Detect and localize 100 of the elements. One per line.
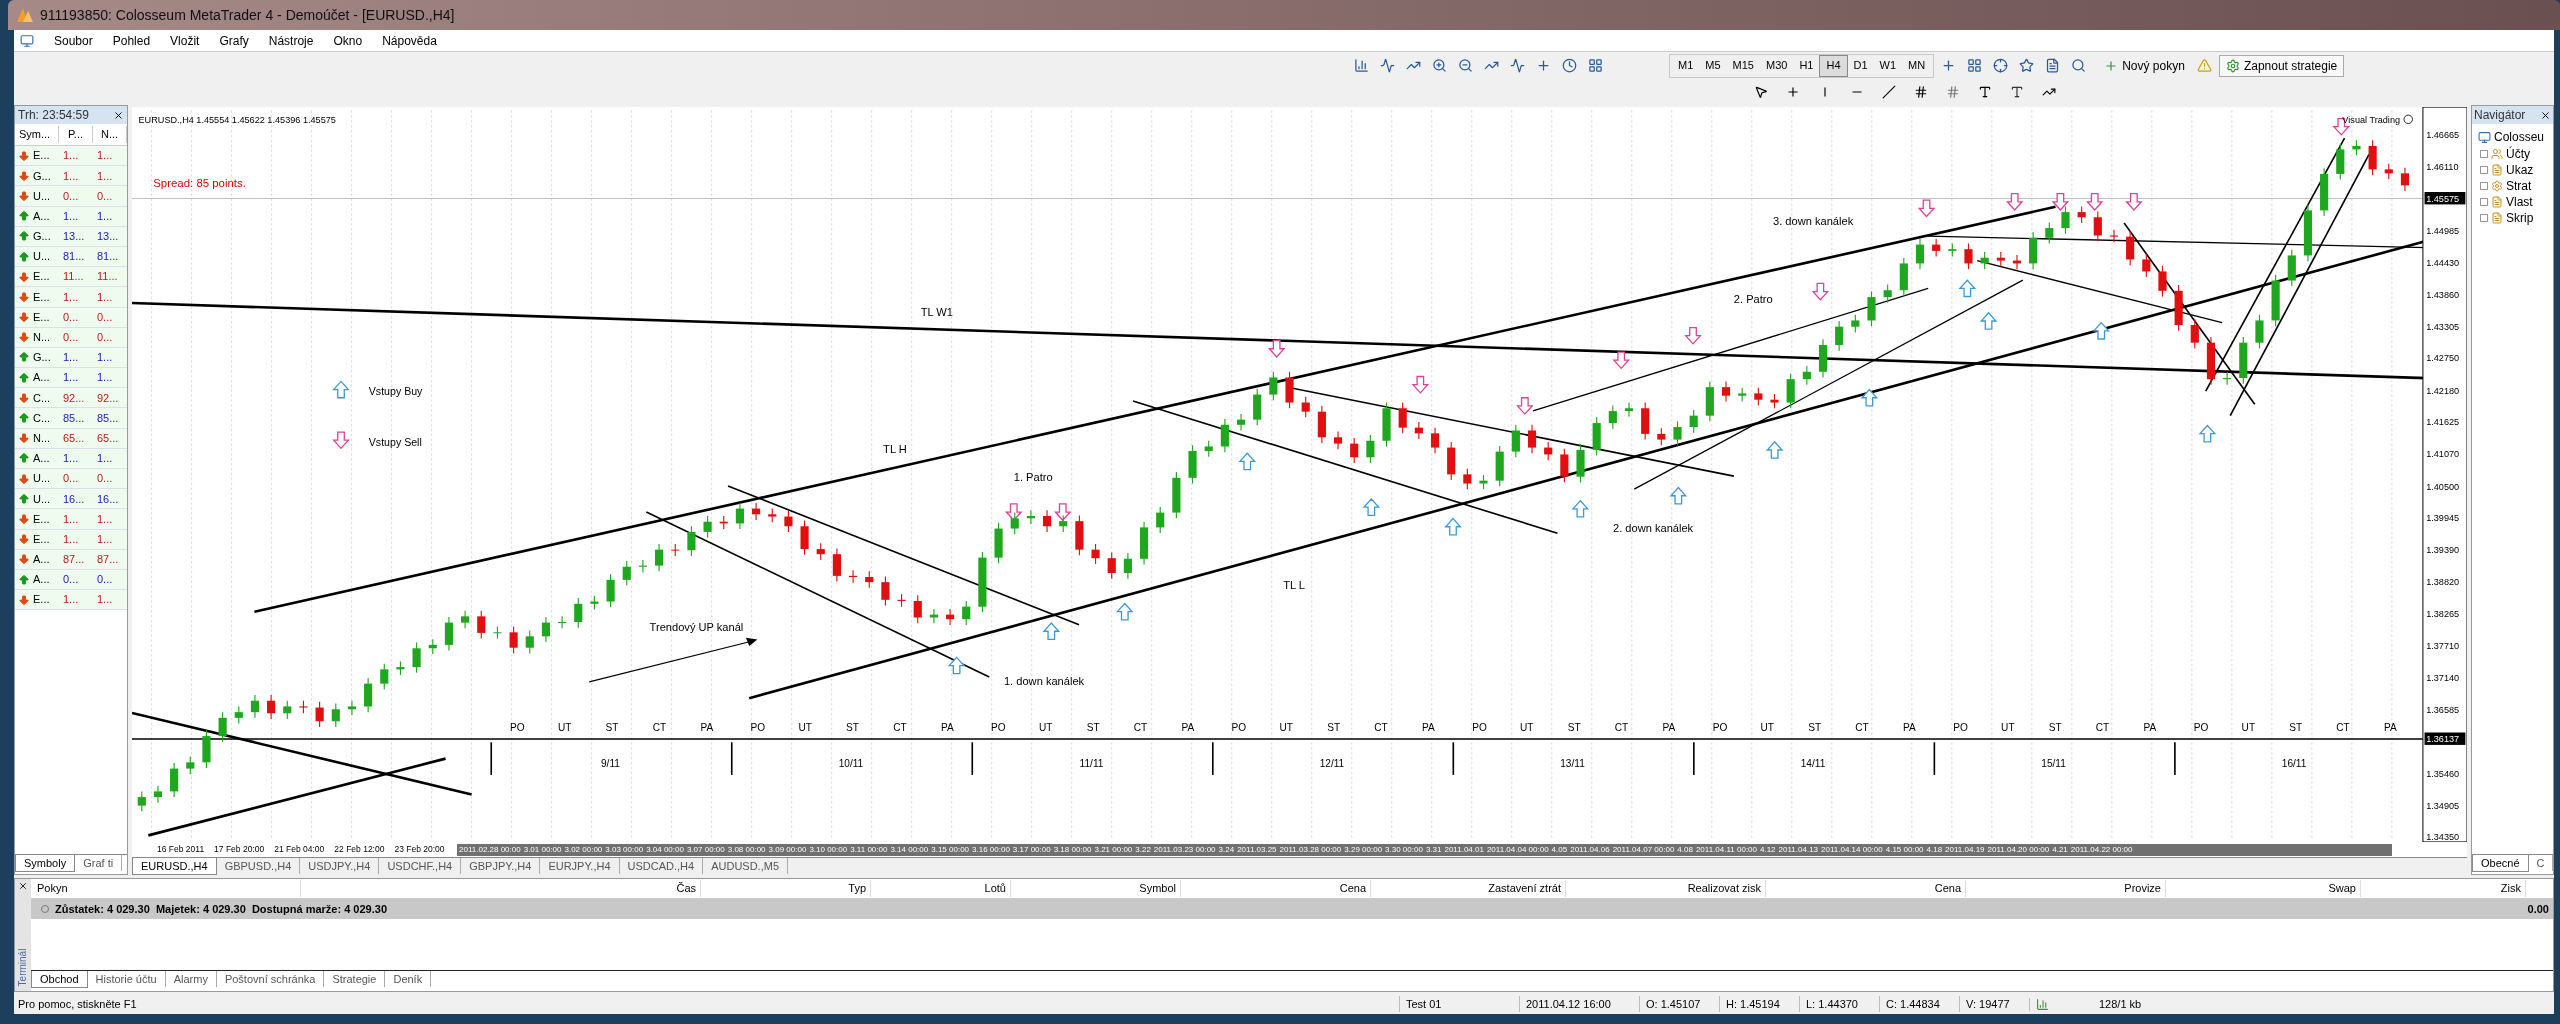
chart-tab[interactable]: GBPUSD.,H4 bbox=[216, 858, 301, 874]
panel-tab[interactable]: Symboly bbox=[15, 855, 76, 872]
column-header[interactable]: Symbol bbox=[1011, 880, 1181, 897]
menu-item[interactable]: Vložit bbox=[170, 31, 200, 50]
symbol-cell-text: C... bbox=[33, 410, 51, 426]
symbol-cell-text: G... bbox=[33, 168, 51, 184]
menu-item[interactable]: Soubor bbox=[54, 31, 93, 50]
bid-cell-text: 0... bbox=[62, 471, 80, 487]
new-order-button[interactable]: Nový pokyn bbox=[2098, 54, 2191, 77]
weekday-label: PO bbox=[750, 721, 766, 733]
timeframe-button[interactable]: W1 bbox=[1873, 54, 1903, 77]
chart-tab[interactable]: EURJPY.,H4 bbox=[540, 858, 620, 874]
ask-cell-text: 11... bbox=[96, 269, 119, 285]
ask-cell-text: 1... bbox=[96, 148, 114, 164]
price-label: 1.39945 bbox=[2426, 513, 2460, 524]
week-label: 16/11 bbox=[2281, 757, 2307, 769]
bid-cell-text: 1... bbox=[62, 511, 80, 527]
traffic-value: 128/1 kb bbox=[2098, 996, 2142, 1012]
bid-cell-text: 13... bbox=[62, 229, 86, 245]
help-text: Pro pomoc, stiskněte F1 bbox=[17, 996, 138, 1012]
column-header[interactable]: Lotů bbox=[871, 880, 1011, 897]
panel-tab[interactable]: Graf ti bbox=[75, 855, 123, 871]
terminal-tab[interactable]: Obchod bbox=[31, 971, 88, 988]
price-label: 1.42180 bbox=[2426, 385, 2460, 396]
time-label: 22 Feb 12:00 bbox=[334, 843, 385, 856]
weekday-label: ST bbox=[605, 721, 619, 733]
tree-item[interactable]: Colosseu bbox=[2494, 128, 2545, 146]
open-price: O: 1.45107 bbox=[1639, 995, 1719, 1013]
terminal-tab[interactable]: Deník bbox=[385, 971, 432, 987]
column-header[interactable]: Sym... bbox=[15, 126, 59, 143]
strategy-button[interactable]: Zapnout strategie bbox=[2218, 54, 2345, 77]
column-header[interactable]: Cena bbox=[1766, 880, 1966, 897]
timeframe-button[interactable]: MN bbox=[1902, 54, 1932, 77]
time-label: 2011.04.06 bbox=[1570, 843, 1610, 856]
column-header[interactable]: Provize bbox=[1966, 880, 2166, 897]
time-label: 3.15 00:00 bbox=[931, 843, 970, 856]
column-header[interactable]: Cena bbox=[1181, 880, 1371, 897]
terminal-label: Terminál bbox=[16, 948, 30, 987]
timeframe-button[interactable]: M5 bbox=[1699, 54, 1727, 77]
weekday-label: CT bbox=[1374, 721, 1388, 733]
weekday-label: CT bbox=[652, 721, 667, 733]
time-label: 3.16 00:00 bbox=[972, 843, 1010, 856]
chart-tab[interactable]: GBPJPY.,H4 bbox=[461, 858, 541, 874]
chart-tab[interactable]: EURUSD.,H4 bbox=[132, 858, 217, 875]
symbol-cell-text: G... bbox=[33, 229, 51, 245]
tree-item[interactable]: Účty bbox=[2506, 145, 2530, 163]
time-label: 2011.03.23 00:00 bbox=[1153, 843, 1216, 856]
terminal-tab[interactable]: Alarmy bbox=[165, 971, 217, 987]
column-header[interactable]: Čas bbox=[301, 880, 701, 897]
timeframe-button[interactable]: M15 bbox=[1726, 54, 1760, 77]
column-header[interactable]: Pokyn bbox=[31, 880, 301, 897]
chart-tab[interactable]: USDCHF.,H4 bbox=[379, 858, 462, 874]
terminal-tab[interactable]: Poštovní schránka bbox=[216, 971, 325, 987]
column-header[interactable]: Swap bbox=[2166, 880, 2361, 897]
symbol-cell-text: E... bbox=[33, 269, 50, 285]
chart-tab[interactable]: USDJPY.,H4 bbox=[300, 858, 380, 874]
ask-cell-text: 81... bbox=[96, 249, 120, 265]
week-label: 12/11 bbox=[1319, 757, 1345, 769]
menu-item[interactable]: Nástroje bbox=[268, 31, 314, 50]
ask-cell-text: 1... bbox=[96, 451, 114, 467]
tree-item[interactable]: Strat bbox=[2506, 177, 2532, 195]
low-price: L: 1.44370 bbox=[1799, 995, 1879, 1013]
timeframe-button[interactable]: M1 bbox=[1672, 54, 1700, 77]
timeframe-button[interactable]: H1 bbox=[1793, 54, 1820, 77]
terminal-tab[interactable]: Strategie bbox=[324, 971, 386, 987]
menu-item[interactable]: Pohled bbox=[112, 31, 151, 50]
bid-cell-text: 0... bbox=[62, 309, 80, 325]
tree-item[interactable]: Vlast bbox=[2506, 193, 2533, 211]
tree-item[interactable]: Skrip bbox=[2506, 209, 2534, 227]
bid-cell-text: 1... bbox=[62, 208, 80, 224]
ask-cell-text: 65... bbox=[96, 430, 120, 446]
column-header[interactable]: N... bbox=[93, 126, 127, 143]
menu-item[interactable]: Nápověda bbox=[382, 31, 437, 50]
timeframe-button[interactable]: D1 bbox=[1847, 54, 1874, 77]
column-header[interactable]: Zastavení ztrát bbox=[1371, 880, 1566, 897]
window-title: 911193850: Colosseum MetaTrader 4 - Demoúčet - [EURUSD.,H4] bbox=[40, 5, 455, 25]
column-header[interactable]: P... bbox=[59, 126, 93, 143]
timeframe-button[interactable]: H4 bbox=[1819, 54, 1848, 77]
panel-tab[interactable]: Obecné bbox=[2472, 855, 2529, 872]
time-label: 3.01 00:00 bbox=[523, 843, 562, 856]
bid-cell-text: 0... bbox=[62, 188, 80, 204]
profit-value: 0.00 bbox=[2527, 901, 2549, 917]
timeframe-button[interactable]: M30 bbox=[1759, 54, 1794, 77]
weekday-label: PO bbox=[1712, 721, 1728, 733]
column-header[interactable]: Zisk bbox=[2361, 880, 2526, 897]
menu-item[interactable]: Okno bbox=[333, 31, 363, 50]
time-label: 3.29 00:00 bbox=[1344, 843, 1383, 856]
chart-tab[interactable]: AUDUSD.,M5 bbox=[703, 858, 788, 874]
terminal-tab[interactable]: Historie účtu bbox=[87, 971, 166, 987]
menu-item[interactable]: Grafy bbox=[219, 31, 249, 50]
column-header[interactable]: Realizovat zisk bbox=[1566, 880, 1766, 897]
column-header[interactable]: Typ bbox=[701, 880, 871, 897]
tree-item[interactable]: Ukaz bbox=[2506, 161, 2534, 179]
weekday-label: ST bbox=[1086, 721, 1100, 733]
chart-tab[interactable]: USDCAD.,H4 bbox=[619, 858, 704, 874]
symbol-cell-text: E... bbox=[33, 511, 50, 527]
panel-tab[interactable]: C bbox=[2528, 855, 2554, 871]
time-label: 4.15 00:00 bbox=[1885, 843, 1924, 856]
bid-cell-text: 81... bbox=[62, 249, 86, 265]
weekday-label: UT bbox=[1039, 721, 1053, 733]
